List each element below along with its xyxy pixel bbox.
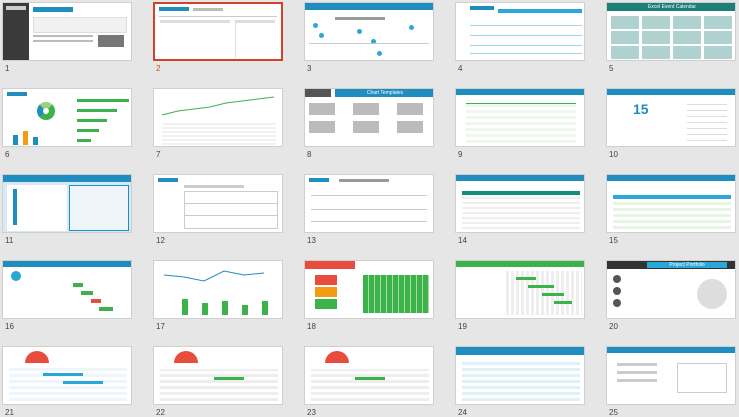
slide-number: 25 — [609, 408, 618, 417]
slide-18-preview — [304, 260, 434, 319]
slide-24-preview — [455, 346, 585, 405]
slide-thumbnail[interactable]: 22 — [153, 346, 283, 417]
slide-6-preview — [2, 88, 132, 147]
slide-14-preview — [455, 174, 585, 233]
slide-20-preview: Project Portfolio — [606, 260, 736, 319]
slide-number: 11 — [5, 236, 14, 245]
slide-thumbnail[interactable]: 11 — [2, 174, 132, 245]
slide-13-preview — [304, 174, 434, 233]
slide-8-preview: Chart Templates — [304, 88, 434, 147]
slide-number: 12 — [156, 236, 165, 245]
slide-thumbnail[interactable]: 25 — [606, 346, 736, 417]
slide-23-preview — [304, 346, 434, 405]
slide-5-preview: Excel Event Calendar — [606, 2, 736, 61]
slide-17-preview — [153, 260, 283, 319]
slide-thumbnail[interactable]: 12 — [153, 174, 283, 245]
slide-number: 4 — [458, 64, 463, 73]
thumb-title: Project Portfolio — [647, 262, 727, 268]
slide-thumbnail[interactable]: 15 — [606, 174, 736, 245]
slide-number: 23 — [307, 408, 316, 417]
slide-number: 22 — [156, 408, 165, 417]
slide-thumbnail[interactable]: 18 — [304, 260, 434, 331]
slide-number: 18 — [307, 322, 316, 331]
slide-4-preview — [455, 2, 585, 61]
slide-thumbnail[interactable]: Excel Event Calendar 5 — [606, 2, 736, 73]
sidebar-panel — [3, 3, 29, 60]
thumb-big-number: 15 — [633, 101, 649, 117]
line-chart-icon — [161, 96, 275, 116]
slide-2-preview — [153, 2, 283, 61]
slide-10-preview: 15 — [606, 88, 736, 147]
slide-number: 19 — [458, 322, 467, 331]
slide-number: 2 — [156, 64, 161, 73]
slide-7-preview — [153, 88, 283, 147]
slide-number: 3 — [307, 64, 312, 73]
slide-number: 6 — [5, 150, 10, 159]
slide-number: 5 — [609, 64, 614, 73]
slide-thumbnail[interactable]: Chart Templates 8 — [304, 88, 434, 159]
slide-number: 8 — [307, 150, 312, 159]
slide-12-preview — [153, 174, 283, 233]
slide-thumbnail[interactable]: 6 — [2, 88, 132, 159]
slide-3-preview — [304, 2, 434, 61]
slide-thumbnail[interactable]: 1 — [2, 2, 132, 73]
bar-line-chart-icon — [163, 270, 268, 315]
slide-number: 21 — [5, 408, 14, 417]
slide-22-preview — [153, 346, 283, 405]
slide-number: 15 — [609, 236, 618, 245]
slide-19-preview — [455, 260, 585, 319]
slide-thumbnail[interactable]: 23 — [304, 346, 434, 417]
slide-thumbnail[interactable]: 4 — [455, 2, 585, 73]
slide-number: 13 — [307, 236, 316, 245]
slide-number: 10 — [609, 150, 618, 159]
slide-thumbnail[interactable]: 9 — [455, 88, 585, 159]
slide-thumbnail[interactable]: 13 — [304, 174, 434, 245]
slide-thumbnail[interactable]: Project Portfolio 20 — [606, 260, 736, 331]
slide-9-preview — [455, 88, 585, 147]
slide-thumbnail[interactable]: 7 — [153, 88, 283, 159]
slide-15-preview — [606, 174, 736, 233]
slide-number: 16 — [5, 322, 14, 331]
slide-thumbnail[interactable]: 3 — [304, 2, 434, 73]
slide-16-preview — [2, 260, 132, 319]
slide-11-preview — [2, 174, 132, 233]
slide-thumbnail[interactable]: 16 — [2, 260, 132, 331]
slide-thumbnail[interactable]: 2 — [153, 2, 283, 73]
slide-25-preview — [606, 346, 736, 405]
slide-thumbnail[interactable]: 17 — [153, 260, 283, 331]
slide-thumbnail[interactable]: 24 — [455, 346, 585, 417]
thumb-title: Chart Templates — [335, 89, 433, 97]
slide-thumbnail[interactable]: 21 — [2, 346, 132, 417]
slide-number: 7 — [156, 150, 161, 159]
slide-thumbnail[interactable]: 15 10 — [606, 88, 736, 159]
slide-number: 14 — [458, 236, 467, 245]
slide-number: 24 — [458, 408, 467, 417]
slide-1-preview — [2, 2, 132, 61]
slide-number: 9 — [458, 150, 463, 159]
slide-grid: 1 2 3 4 Excel Event Calendar 5 6 7 Chart… — [0, 0, 739, 417]
slide-thumbnail[interactable]: 19 — [455, 260, 585, 331]
slide-21-preview — [2, 346, 132, 405]
slide-number: 17 — [156, 322, 165, 331]
slide-number: 1 — [5, 64, 10, 73]
thumb-title: Excel Event Calendar — [647, 4, 697, 10]
slide-number: 20 — [609, 322, 618, 331]
slide-thumbnail[interactable]: 14 — [455, 174, 585, 245]
